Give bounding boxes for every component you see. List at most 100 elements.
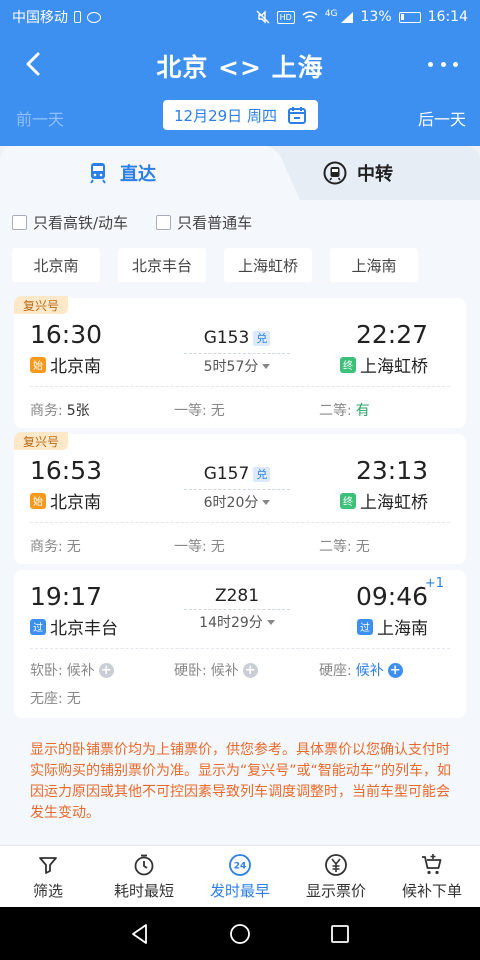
checkbox-icon <box>156 215 172 230</box>
seat-first-class: 一等: 无 <box>174 403 225 419</box>
waitlist-add-icon[interactable]: + <box>387 662 403 678</box>
exchange-tag: 兑 <box>253 330 271 346</box>
station-chip-shanghaihongqiao[interactable]: 上海虹桥 <box>224 248 312 282</box>
nav-home-icon[interactable] <box>228 922 252 946</box>
filter-normal-checkbox[interactable]: 只看普通车 <box>156 212 252 233</box>
origin-station: 始 北京南 <box>30 488 101 513</box>
bottom-toolbar: 筛选 耗时最短 24 发时最早 显示票价 候补下单 <box>0 845 480 907</box>
clock-24-icon: 24 <box>229 853 251 876</box>
cart-plus-icon <box>422 853 442 874</box>
carrier-label: 中国移动 <box>12 10 68 26</box>
waitlist-add-icon[interactable]: + <box>242 662 258 678</box>
train-number: G157 兑 <box>192 464 282 484</box>
next-day-marker: +1 <box>424 576 444 591</box>
show-price-button[interactable]: 显示票价 <box>288 846 384 907</box>
destination-station: 终 上海虹桥 <box>340 488 428 513</box>
seat-standing: 无座: 无 <box>30 691 81 707</box>
more-menu-icon[interactable] <box>428 54 458 74</box>
seat-business: 商务: 无 <box>30 539 81 555</box>
caret-down-icon <box>262 499 271 505</box>
train-number: Z281 <box>214 586 260 606</box>
calendar-icon <box>287 107 306 124</box>
duration-toggle[interactable]: 5时57分 <box>184 353 290 376</box>
caret-down-icon <box>266 619 275 625</box>
fare-notice: 显示的卧铺票价均为上铺票价，供您参考。具体票价以您确认支付时实际购买的铺别票价为… <box>30 742 452 821</box>
sort-earliest-button[interactable]: 24 发时最早 <box>192 846 288 907</box>
tab-direct[interactable]: 直达 <box>86 160 156 186</box>
station-chip-beijingnan[interactable]: 北京南 <box>12 248 100 282</box>
train-icon <box>90 163 106 184</box>
origin-station: 始 北京南 <box>30 352 101 377</box>
seat-hard-sleeper: 硬卧: 候补 + <box>174 660 258 680</box>
filter-high-speed-checkbox[interactable]: 只看高铁/动车 <box>12 212 128 233</box>
train-card-z281[interactable]: 19:17 Z281 09:46 +1 过 北京丰台 14时29分 过 上海南 … <box>14 570 466 718</box>
fuxing-badge: 复兴号 <box>14 432 68 450</box>
battery-icon <box>398 11 421 23</box>
duration-toggle[interactable]: 14时29分 <box>184 609 290 632</box>
svg-text:24: 24 <box>234 861 247 871</box>
wechat-icon <box>87 11 101 23</box>
waitlist-order-button[interactable]: 候补下单 <box>384 846 480 907</box>
date-label: 12月29日 <box>174 106 243 125</box>
pass-tag: 过 <box>357 618 373 635</box>
start-tag: 始 <box>30 356 46 373</box>
seat-first-class: 一等: 无 <box>174 539 225 555</box>
arrival-time: 09:46 <box>355 582 428 611</box>
signal-icon <box>340 11 353 23</box>
nav-recents-icon[interactable] <box>328 922 352 946</box>
filter-icon <box>39 856 57 874</box>
arrival-time: 22:27 <box>355 320 428 349</box>
destination-station: 终 上海虹桥 <box>340 352 428 377</box>
station-chip-beijingfengtai[interactable]: 北京丰台 <box>118 248 206 282</box>
seat-second-class: 二等: 有 <box>319 403 370 419</box>
pass-tag: 过 <box>30 618 46 635</box>
tab-transfer[interactable]: 中转 <box>323 160 393 186</box>
train-card-g153[interactable]: 复兴号 16:30 G153 兑 22:27 始 北京南 5时57分 终 上海虹… <box>14 296 466 428</box>
train-number: G153 兑 <box>192 328 282 348</box>
departure-time: 16:30 <box>30 320 103 349</box>
end-tag: 终 <box>340 492 356 509</box>
seat-business: 商务: 5张 <box>30 403 90 419</box>
departure-time: 19:17 <box>30 582 103 611</box>
mute-icon <box>256 10 270 24</box>
transfer-train-icon <box>323 161 347 185</box>
caret-down-icon <box>262 363 271 369</box>
network-label: 4G <box>324 9 338 19</box>
arrival-time: 23:13 <box>355 456 428 485</box>
hd-icon: HD <box>276 10 295 24</box>
sim-icon <box>74 11 81 23</box>
nav-back-icon[interactable] <box>128 922 152 946</box>
train-card-g157[interactable]: 复兴号 16:53 G157 兑 23:13 始 北京南 6时20分 终 上海虹… <box>14 432 466 564</box>
waitlist-add-icon[interactable]: + <box>98 662 114 678</box>
seat-hard-seat: 硬座: 候补 + <box>319 660 403 680</box>
battery-percent: 13% <box>360 9 392 25</box>
station-chip-shanghainan[interactable]: 上海南 <box>330 248 418 282</box>
weekday-label: 周四 <box>246 106 277 125</box>
status-bar: 中国移动 HD 4G 13% 16:14 <box>0 0 480 34</box>
seat-second-class: 二等: 无 <box>319 539 370 555</box>
date-picker[interactable]: 12月29日 周四 <box>163 100 318 130</box>
start-tag: 始 <box>30 492 46 509</box>
origin-station: 过 北京丰台 <box>30 614 118 639</box>
tab-bar: 直达 中转 <box>0 146 480 200</box>
filter-button[interactable]: 筛选 <box>0 846 96 907</box>
wifi-icon <box>302 10 318 22</box>
date-row: 前一天 12月29日 周四 后一天 <box>0 96 480 146</box>
seat-soft-sleeper: 软卧: 候补 + <box>30 660 114 680</box>
timer-icon <box>134 854 154 875</box>
fuxing-badge: 复兴号 <box>14 296 68 314</box>
page-title: 北京 <> 上海 <box>156 53 324 82</box>
system-nav-bar <box>0 907 480 960</box>
prev-day-button[interactable]: 前一天 <box>16 106 64 130</box>
clock: 16:14 <box>427 9 468 25</box>
next-day-button[interactable]: 后一天 <box>418 106 466 130</box>
destination-station: 过 上海南 <box>357 614 428 639</box>
exchange-tag: 兑 <box>253 466 271 482</box>
checkbox-icon <box>12 215 27 230</box>
end-tag: 终 <box>340 356 356 373</box>
nav-bar: 北京 <> 上海 <box>0 34 480 96</box>
duration-toggle[interactable]: 6时20分 <box>184 489 290 512</box>
yuan-icon <box>325 853 347 876</box>
sort-shortest-button[interactable]: 耗时最短 <box>96 846 192 907</box>
departure-time: 16:53 <box>30 456 103 485</box>
